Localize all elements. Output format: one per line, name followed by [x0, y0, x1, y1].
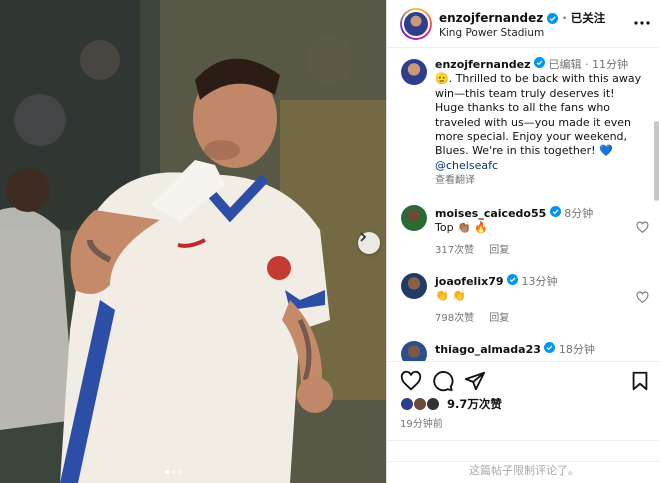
- dot-separator: ·: [585, 58, 589, 71]
- caption-text: enzojfernandez 已编辑 · 11分钟 🫡. Thrilled to…: [435, 57, 645, 189]
- comment-likes[interactable]: 317次赞: [435, 245, 474, 256]
- commenter-username[interactable]: moises_caicedo55: [435, 207, 546, 220]
- carousel-dot: [172, 470, 176, 474]
- caption-username[interactable]: enzojfernandez: [435, 58, 531, 71]
- carousel-dot: [179, 470, 183, 474]
- likes-summary[interactable]: 9.7万次赞: [400, 396, 502, 412]
- verified-badge-icon: [534, 57, 546, 68]
- commenter-avatar[interactable]: [401, 341, 427, 361]
- commenter-avatar[interactable]: [401, 205, 427, 231]
- comment-likes[interactable]: 798次赞: [435, 313, 474, 324]
- author-username[interactable]: enzojfernandez: [439, 11, 543, 25]
- following-button[interactable]: 已关注: [571, 10, 606, 26]
- carousel-dots: [165, 470, 183, 474]
- comments-scroll-area[interactable]: enzojfernandez 已编辑 · 11分钟 🫡. Thrilled to…: [387, 49, 660, 361]
- carousel-dot: [165, 470, 169, 474]
- reply-button[interactable]: 回复: [489, 245, 509, 256]
- commenter-username[interactable]: joaofelix79: [435, 275, 504, 288]
- comment-like-icon[interactable]: [636, 291, 649, 304]
- liker-avatar: [413, 397, 427, 411]
- post-header: enzojfernandez · 已关注 King Power Stadium: [387, 0, 660, 48]
- scrollbar-thumb[interactable]: [654, 121, 659, 201]
- mention-link[interactable]: @chelseafc: [435, 159, 498, 172]
- likes-count[interactable]: 9.7万次赞: [447, 396, 502, 412]
- author-avatar[interactable]: [400, 8, 432, 40]
- location-link[interactable]: King Power Stadium: [439, 27, 544, 39]
- author-name-row: enzojfernandez · 已关注: [439, 10, 605, 26]
- commenter-avatar[interactable]: [401, 273, 427, 299]
- comment-text: joaofelix79 13分钟 👏 👏: [435, 274, 645, 304]
- next-photo-button[interactable]: [358, 232, 380, 254]
- commenter-username[interactable]: thiago_almada23: [435, 343, 541, 356]
- comment-time: 13分钟: [521, 275, 558, 288]
- post-photo[interactable]: [0, 0, 386, 483]
- verified-badge-icon: [549, 206, 561, 217]
- caption-time: 11分钟: [592, 58, 629, 71]
- comment-body: Top 👏🏽 🔥: [435, 221, 488, 235]
- liker-avatar: [426, 397, 440, 411]
- comment-time: 8分钟: [564, 207, 594, 220]
- salute-emoji: 🫡: [435, 72, 449, 86]
- comment-time: 18分钟: [558, 343, 595, 356]
- comment-text: moises_caicedo55 8分钟 Top 👏🏽 🔥: [435, 206, 645, 236]
- heart-icon[interactable]: [400, 370, 422, 392]
- comment-like-icon[interactable]: [636, 221, 649, 234]
- comment-icon[interactable]: [432, 370, 454, 392]
- comment-body: 👏 👏: [435, 289, 466, 303]
- post-side-panel: enzojfernandez · 已关注 King Power Stadium …: [386, 0, 660, 483]
- blue-heart-emoji: 💙: [599, 144, 613, 158]
- chevron-right-icon: [360, 232, 367, 242]
- share-icon[interactable]: [464, 370, 486, 392]
- post-time: 19分钟前: [400, 419, 443, 430]
- bookmark-icon[interactable]: [629, 370, 651, 392]
- more-options-icon[interactable]: [633, 14, 651, 32]
- caption-author-avatar[interactable]: [401, 59, 427, 85]
- edited-label: 已编辑: [548, 58, 582, 71]
- divider: [387, 440, 660, 441]
- comment-text: thiago_almada23 18分钟: [435, 342, 645, 357]
- see-translation-link[interactable]: 查看翻译: [435, 175, 475, 186]
- verified-badge-icon: [544, 342, 556, 353]
- player-photo-illustration: [0, 0, 386, 483]
- verified-badge-icon: [507, 274, 518, 285]
- reply-button[interactable]: 回复: [489, 313, 509, 324]
- dot-separator: ·: [562, 11, 567, 25]
- comment-meta: 317次赞 回复: [435, 241, 509, 256]
- comments-limited-notice: 这篇帖子限制评论了。: [387, 461, 660, 478]
- comment-meta: 798次赞 回复: [435, 309, 509, 324]
- liker-avatar: [400, 397, 414, 411]
- verified-badge-icon: [547, 12, 559, 24]
